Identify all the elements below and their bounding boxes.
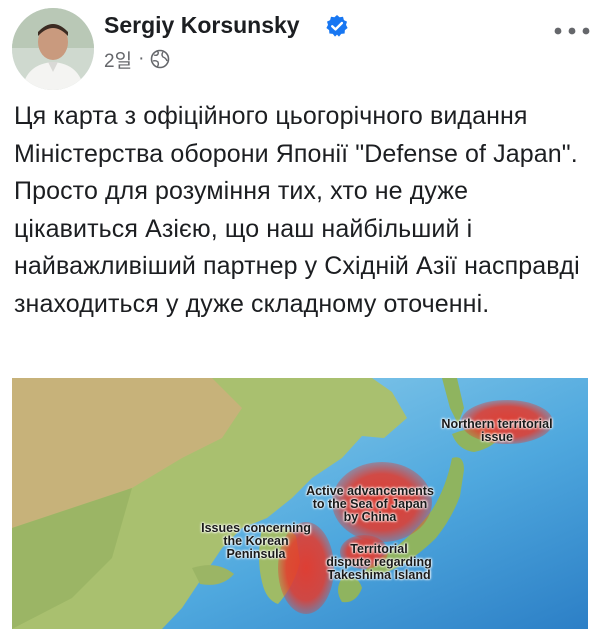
verified-badge-icon [326,15,348,37]
avatar-photo [12,8,94,90]
post-header: Sergiy Korsunsky 2일 · [0,0,600,90]
post-body-text: Ця карта з офіційного цьогорічного видан… [14,102,587,318]
globe-icon[interactable] [150,49,170,69]
map-label-korean-peninsula: Issues concerning the Korean Peninsula [201,521,311,561]
avatar[interactable] [12,8,94,90]
map-label-takeshima: Territorial dispute regarding Takeshima … [326,542,432,582]
meta-separator: · [138,48,145,69]
author-name[interactable]: Sergiy Korsunsky [104,12,300,39]
post-meta: 2일 · [104,46,170,72]
post-timestamp[interactable]: 2일 [104,46,132,73]
map-label-china-advancements: Active advancements to the Sea of Japan … [306,484,434,524]
map-label-northern-territorial: Northern territorial issue [441,417,553,444]
post-image-map[interactable]: Northern territorial issue Active advanc… [12,378,588,629]
more-options-icon[interactable] [552,24,592,38]
